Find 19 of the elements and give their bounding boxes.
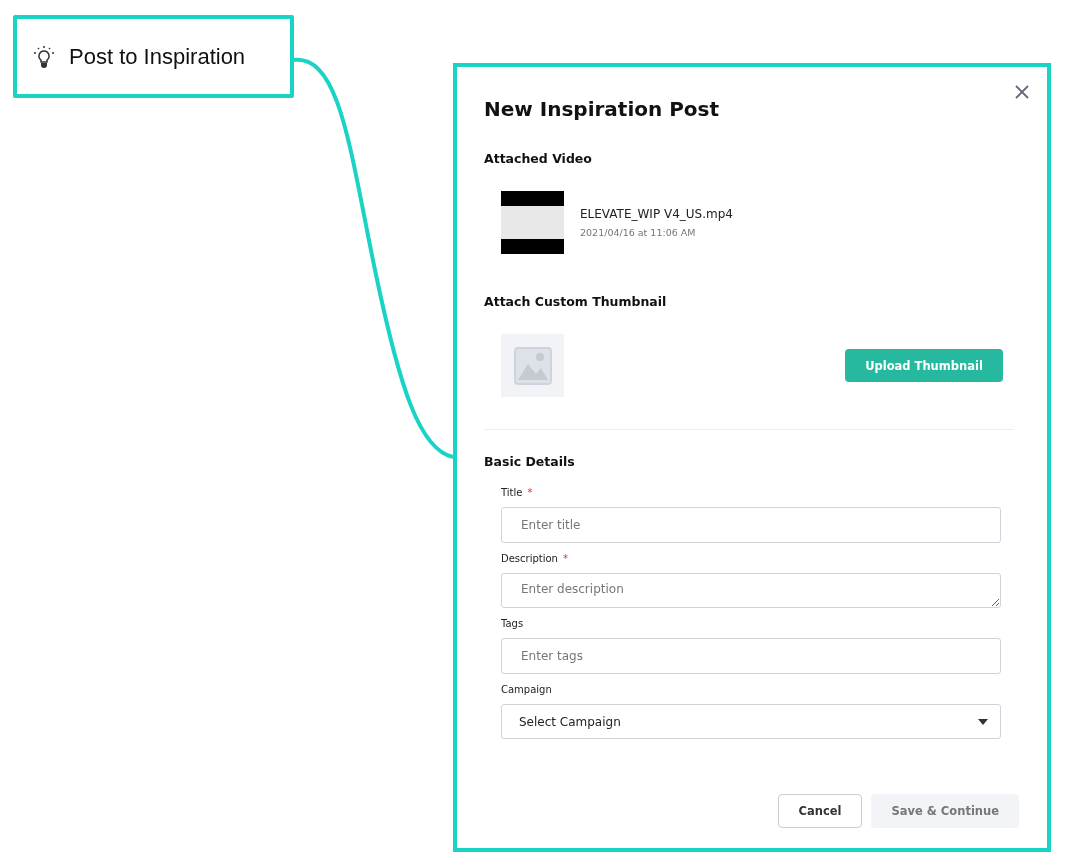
field-label: Description * [501, 553, 569, 564]
lightbulb-icon [33, 44, 55, 69]
section-heading: Attach Custom Thumbnail [484, 294, 668, 309]
field-label: Title * [501, 487, 534, 498]
textarea-field[interactable]: Enter description [501, 573, 1001, 608]
section-heading: Attached Video [484, 151, 593, 166]
field-label: Tags [501, 618, 525, 629]
section-heading: Basic Details [484, 454, 576, 469]
file-date: 2021/04/16 at 11:06 AM [580, 227, 697, 238]
caret-icon [978, 718, 988, 725]
text-field[interactable]: Enter title [501, 507, 1001, 543]
text-field[interactable]: Enter tags [501, 638, 1001, 674]
field-label: Campaign [501, 684, 553, 695]
file-name: ELEVATE_WIP V4_US.mp4 [580, 207, 733, 221]
callout-label: Post to Inspiration [69, 43, 246, 70]
select-field[interactable]: Select Campaign [501, 704, 1001, 739]
dialog-title: New Inspiration Post [484, 97, 721, 121]
image-icon [513, 346, 552, 385]
cancel-button[interactable]: Cancel [777, 794, 863, 828]
